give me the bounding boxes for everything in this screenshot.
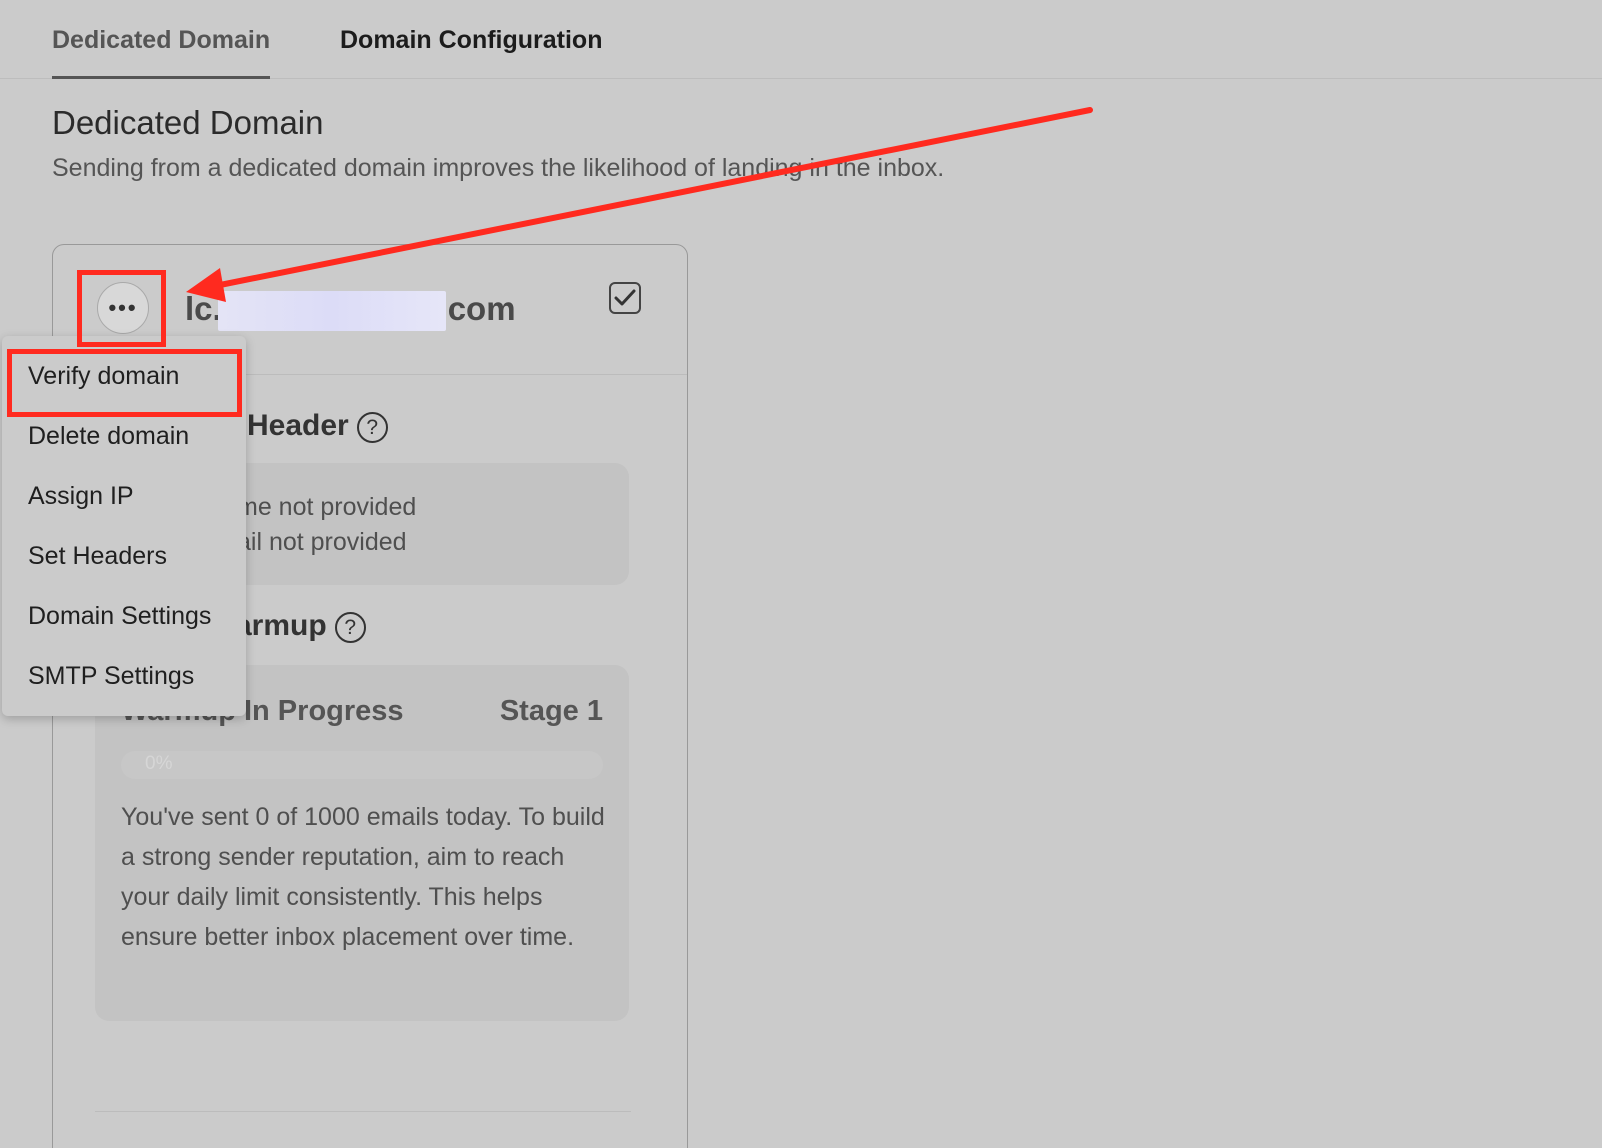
question-circle-icon[interactable]: ?	[356, 411, 388, 443]
warmup-stage: Stage 1	[499, 695, 603, 727]
highlight-more-button	[77, 270, 166, 347]
from-email-status: ail not provided	[237, 528, 407, 556]
menu-item-smtp-settings[interactable]: SMTP Settings	[28, 662, 194, 691]
domain-name: lc. com	[185, 290, 516, 332]
tab-domain-configuration[interactable]: Domain Configuration	[340, 26, 602, 76]
warmup-progress-label: 0%	[145, 753, 173, 774]
warmup-message: You've sent 0 of 1000 emails today. To b…	[121, 803, 605, 951]
question-circle-icon[interactable]: ?	[334, 611, 366, 643]
domain-suffix: com	[447, 290, 516, 327]
warmup-section-title: armup?	[235, 609, 366, 643]
redacted-domain	[217, 291, 446, 332]
checkbox-checked-icon[interactable]	[609, 282, 641, 314]
from-name-status: me not provided	[237, 493, 417, 521]
warmup-section-label: armup	[235, 609, 327, 642]
menu-item-assign-ip[interactable]: Assign IP	[28, 482, 134, 511]
header-section-label: Header	[247, 409, 349, 442]
tab-dedicated-domain[interactable]: Dedicated Domain	[52, 26, 271, 79]
header-section-title: Header?	[247, 409, 388, 443]
warmup-info-box: Warmup In Progress Stage 1 0% You've sen…	[95, 665, 629, 1021]
page-subtitle: Sending from a dedicated domain improves…	[52, 154, 945, 182]
divider	[95, 1111, 631, 1112]
menu-item-domain-settings[interactable]: Domain Settings	[28, 602, 211, 631]
domain-prefix: lc.	[185, 290, 222, 327]
highlight-verify-domain	[7, 349, 242, 417]
page-title: Dedicated Domain	[52, 104, 324, 141]
menu-item-delete-domain[interactable]: Delete domain	[28, 422, 189, 451]
warmup-progress-bar: 0%	[121, 751, 603, 779]
checkmark-icon	[614, 289, 636, 306]
tab-bar: Dedicated Domain Domain Configuration	[0, 0, 1602, 79]
menu-item-set-headers[interactable]: Set Headers	[28, 542, 167, 571]
